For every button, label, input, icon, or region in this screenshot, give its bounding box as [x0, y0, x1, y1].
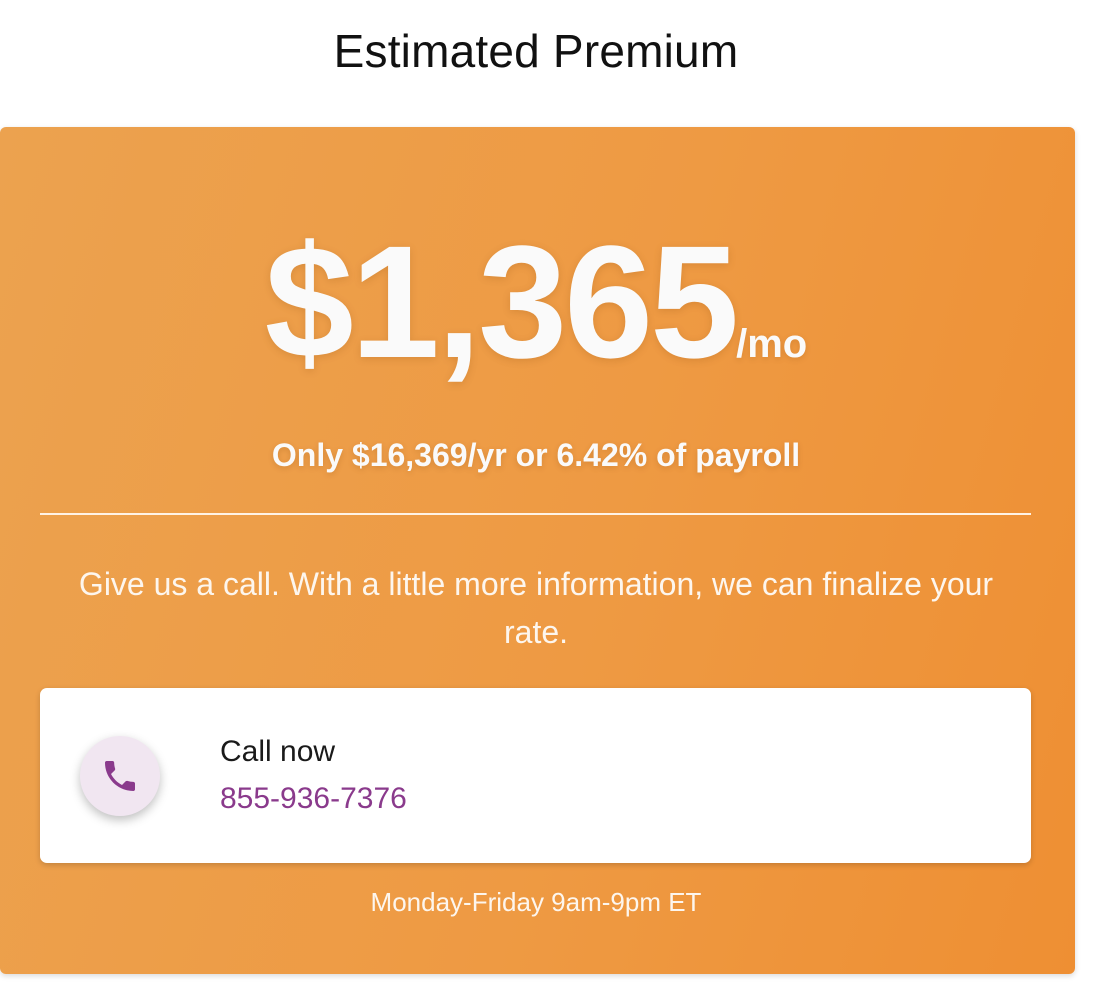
monthly-unit: /mo [736, 322, 808, 366]
business-hours: Monday-Friday 9am-9pm ET [370, 887, 702, 917]
call-now-label: Call now [220, 735, 336, 768]
monthly-premium-amount: $1,365 [264, 212, 739, 391]
premium-card: $1,365/mo Only $16,369/yr or 6.42% of pa… [0, 127, 1075, 974]
annual-premium-summary: Only $16,369/yr or 6.42% of payroll [271, 437, 801, 473]
divider [40, 513, 1031, 515]
phone-button[interactable] [80, 736, 160, 816]
price-display: $1,365/mo [0, 222, 1072, 382]
call-message: Give us a call. With a little more infor… [78, 566, 994, 650]
call-now-box[interactable]: Call now 855-936-7376 [40, 688, 1031, 863]
phone-icon [105, 761, 135, 791]
phone-number-link[interactable]: 855-936-7376 [220, 782, 407, 816]
page-title: Estimated Premium [333, 25, 739, 77]
